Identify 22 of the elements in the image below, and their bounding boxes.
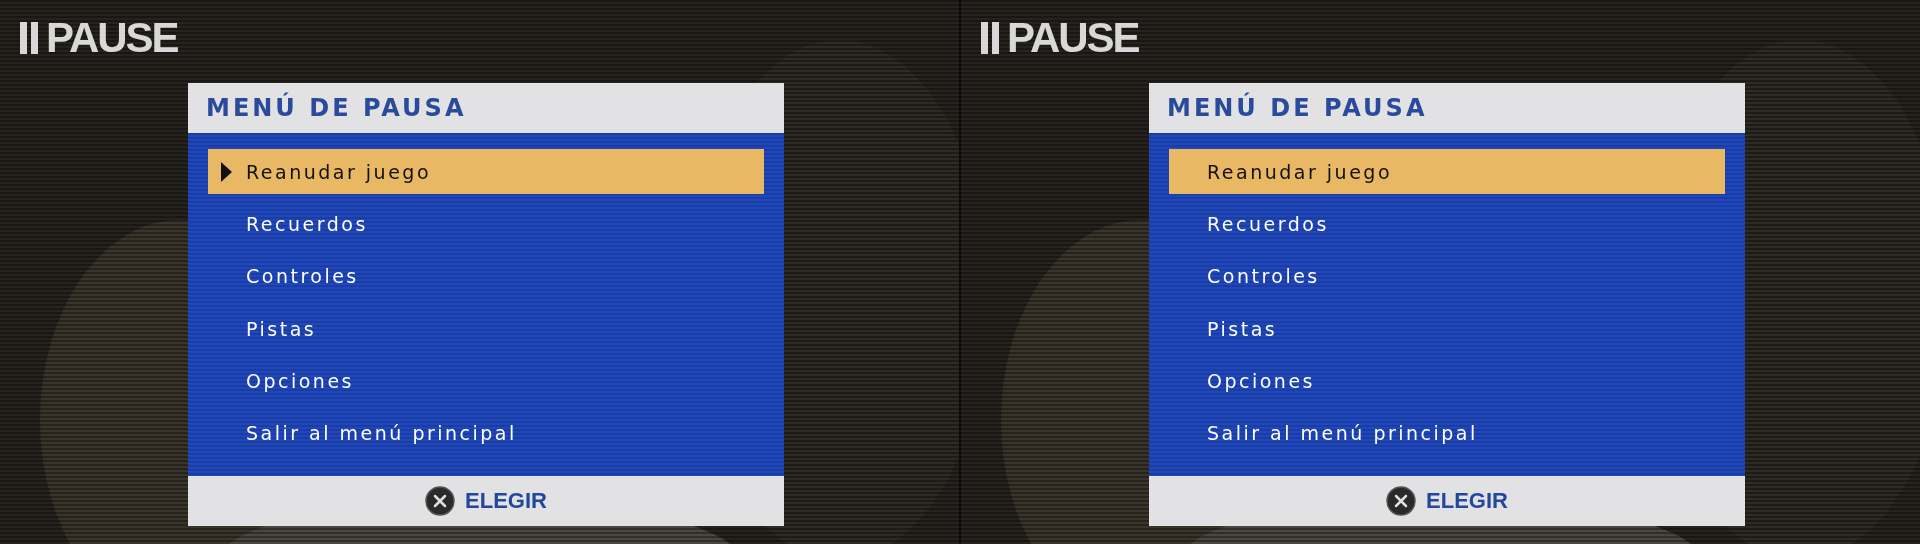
menu-item[interactable]: Pistas: [208, 306, 764, 352]
menu-item[interactable]: Recuerdos: [208, 201, 764, 247]
menu-item[interactable]: Opciones: [208, 358, 764, 404]
menu-item[interactable]: Controles: [208, 253, 764, 299]
menu-item[interactable]: Recuerdos: [1169, 201, 1725, 247]
menu-item[interactable]: Salir al menú principal: [1169, 410, 1725, 456]
menu-item[interactable]: Opciones: [1169, 358, 1725, 404]
menu-title: MENÚ DE PAUSA: [188, 83, 784, 133]
pause-label: PAUSE: [1007, 17, 1139, 59]
pause-label: PAUSE: [46, 17, 178, 59]
pause-icon: [20, 22, 40, 54]
menu-item[interactable]: Controles: [1169, 253, 1725, 299]
cross-button-icon: [1386, 486, 1417, 516]
menu-item[interactable]: Reanudar juego: [1169, 149, 1725, 195]
menu-title: MENÚ DE PAUSA: [1149, 83, 1745, 133]
choose-hint: ELEGIR: [1426, 488, 1508, 514]
pause-icon: [981, 22, 1001, 54]
menu-item[interactable]: Salir al menú principal: [208, 410, 764, 456]
choose-hint: ELEGIR: [465, 488, 547, 514]
menu-item[interactable]: Reanudar juego: [208, 149, 764, 195]
cross-button-icon: [425, 486, 456, 516]
menu-item[interactable]: Pistas: [1169, 306, 1725, 352]
